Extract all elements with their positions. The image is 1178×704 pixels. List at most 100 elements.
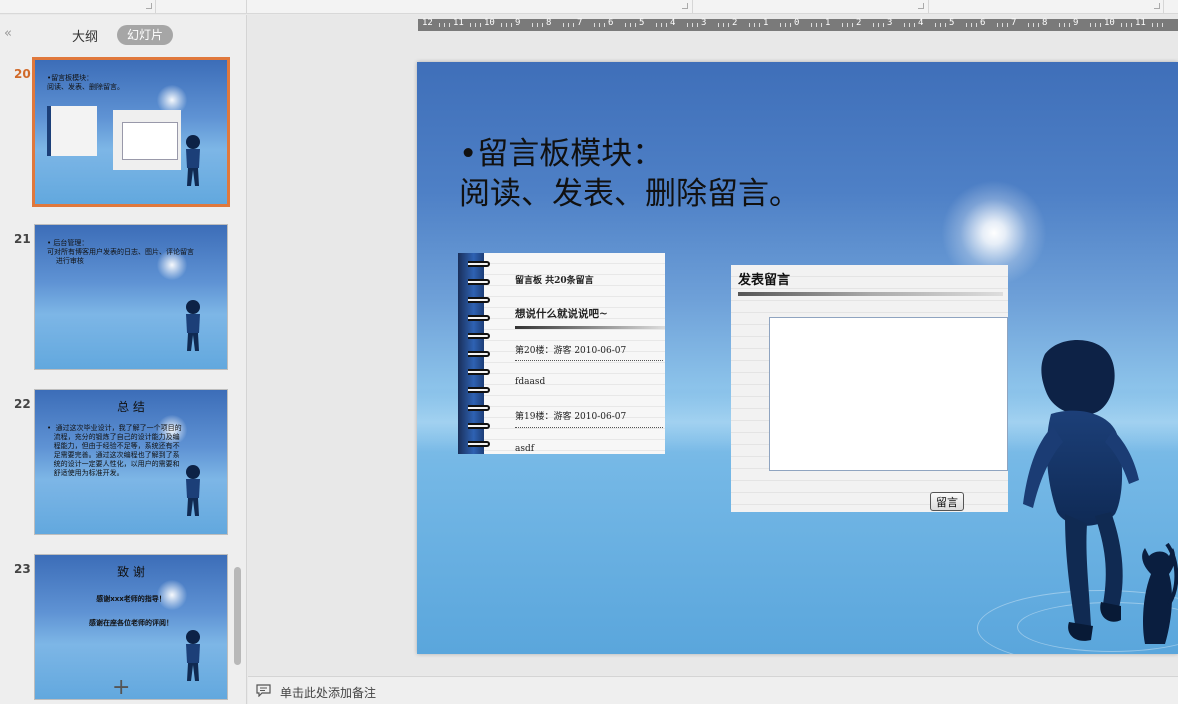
dialog-launcher-icon[interactable] <box>1154 3 1160 9</box>
ruler-tick <box>940 23 941 27</box>
ruler-tick <box>909 23 910 27</box>
ruler-label: 7 <box>1011 18 1017 28</box>
ruler-tick <box>692 23 693 27</box>
tab-outline[interactable]: 大纲 <box>72 26 98 45</box>
board-entry-meta: 第19楼：游客 2010-06-07 <box>515 412 627 422</box>
ruler-tick <box>914 23 915 27</box>
ruler-label: 3 <box>887 18 893 28</box>
message-textarea[interactable] <box>769 317 1008 471</box>
ruler-label: 2 <box>732 18 738 28</box>
ruler-tick <box>1038 23 1039 27</box>
ruler-label: 4 <box>918 18 924 28</box>
ruler-tick <box>599 23 600 27</box>
thumbnail-text-line: • 后台管理： <box>47 239 89 247</box>
slide-thumbnail[interactable]: 致 谢感谢xxx老师的指导！ 感谢在座各位老师的评阅！ <box>34 554 228 700</box>
notebook-ring <box>468 351 490 357</box>
board-entry-text: fdaasd <box>515 377 546 387</box>
ruler-tick <box>568 23 569 27</box>
dotted-divider <box>515 427 663 428</box>
ruler-tick <box>635 23 636 27</box>
post-form-title: 发表留言 <box>738 273 791 288</box>
ruler-tick <box>573 23 574 27</box>
dialog-launcher-icon[interactable] <box>682 3 688 9</box>
ruler-label: 12 <box>422 18 433 28</box>
toolbar-separator <box>1163 0 1164 13</box>
ruler-tick <box>630 23 631 27</box>
thumbnail-text-line: 阅读、发表、删除留言。 <box>47 83 124 91</box>
ruler-tick <box>847 23 848 27</box>
comment-icon <box>256 684 271 697</box>
current-slide[interactable]: •留言板模块： 阅读、发表、删除留言。 留言板 共20条留言 想说什么就说说吧~… <box>417 62 1178 654</box>
ruler-tick <box>883 23 884 27</box>
ruler-tick <box>945 23 946 27</box>
slide-thumbnail[interactable]: • 后台管理： 可对所有博客用户发表的日志、图片、评论留言 进行审核 <box>34 224 228 370</box>
ruler-tick <box>780 23 781 27</box>
ruler-tick <box>444 23 445 27</box>
panel-scrollbar[interactable] <box>234 567 241 665</box>
slide-thumbnail[interactable]: •留言板模块： 阅读、发表、删除留言。 <box>32 57 230 207</box>
ruler-tick <box>480 23 481 27</box>
ruler-label: 10 <box>1104 18 1115 28</box>
notebook-ring <box>468 315 490 321</box>
ruler-label: 6 <box>980 18 986 28</box>
post-message-form-image[interactable]: 发表留言 留言 <box>731 265 1008 512</box>
ruler-tick <box>666 23 667 27</box>
notebook-ring <box>468 261 490 267</box>
ruler-label: 9 <box>1073 18 1079 28</box>
notebook-ring <box>468 369 490 375</box>
board-header: 留言板 共20条留言 <box>515 276 594 286</box>
ruler-tick <box>811 23 812 27</box>
ruler-tick <box>511 23 512 27</box>
ruler-tick <box>449 23 450 27</box>
double-chevron-left-icon[interactable]: « <box>4 27 12 41</box>
guestbook-board-image[interactable]: 留言板 共20条留言 想说什么就说说吧~ 第20楼：游客 2010-06-07 … <box>458 253 665 454</box>
ruler-tick <box>1095 23 1096 27</box>
ruler-tick <box>1002 23 1003 27</box>
tab-slides[interactable]: 幻灯片 <box>117 25 173 45</box>
dialog-launcher-icon[interactable] <box>146 3 152 9</box>
ruler-tick <box>1131 23 1132 27</box>
mini-board-image <box>47 106 97 156</box>
ruler-label: 10 <box>484 18 495 28</box>
dialog-launcher-icon[interactable] <box>918 3 924 9</box>
ruler-tick <box>1162 23 1163 27</box>
brush-divider <box>515 326 665 329</box>
notebook-ring <box>468 387 490 393</box>
ruler-tick <box>723 23 724 27</box>
ruler-tick <box>749 23 750 27</box>
ruler-tick <box>1121 23 1122 27</box>
thumbnail-text-line: 感谢在座各位老师的评阅！ <box>89 619 173 627</box>
ruler-tick <box>728 23 729 27</box>
notebook-ring <box>468 423 490 429</box>
boy-silhouette <box>186 465 200 516</box>
toolbar-separator <box>155 0 156 13</box>
ruler-tick <box>821 23 822 27</box>
ruler-label: 11 <box>1135 18 1146 28</box>
post-message-button[interactable]: 留言 <box>930 492 964 511</box>
toolbar-separator <box>928 0 929 13</box>
plus-icon[interactable]: + <box>112 677 130 699</box>
board-prompt: 想说什么就说说吧~ <box>515 308 608 320</box>
ruler-tick <box>475 23 476 27</box>
horizontal-ruler[interactable]: 12 11 10 9 8 7 6 5 4 3 2 1 0 1 2 3 4 5 6 7 8 9 10 11 <box>418 18 1178 31</box>
ruler-tick <box>852 23 853 27</box>
thumbnail-text-line: •留言板模块： <box>47 74 94 82</box>
ruler-tick <box>1126 23 1127 27</box>
toolbar-separator <box>246 0 247 13</box>
ruler-label: 3 <box>701 18 707 28</box>
ruler-tick <box>816 23 817 27</box>
ruler-tick <box>935 23 936 27</box>
thumbnail-text-line: 足需要完善。通过这次编程也了解到了系 <box>47 451 180 459</box>
slide-thumbnail[interactable]: 总 结 • 通过这次毕业设计，我了解了一个项目的 流程，充分的锻炼了自己的设计能力… <box>34 389 228 535</box>
ruler-label: 5 <box>949 18 955 28</box>
ruler-tick <box>542 23 543 27</box>
ruler-tick <box>1028 23 1029 27</box>
ruler-tick <box>1152 23 1153 27</box>
notes-placeholder: 单击此处添加备注 <box>280 686 377 700</box>
ruler-tick <box>1157 23 1158 27</box>
slide-title[interactable]: •留言板模块： 阅读、发表、删除留言。 <box>459 134 800 214</box>
notes-bar[interactable]: 单击此处添加备注 <box>248 676 1178 704</box>
notebook-ring <box>468 279 490 285</box>
ruler-label: 7 <box>577 18 583 28</box>
thumbnail-text-line: 流程，充分的锻炼了自己的设计能力及编 <box>47 433 180 441</box>
